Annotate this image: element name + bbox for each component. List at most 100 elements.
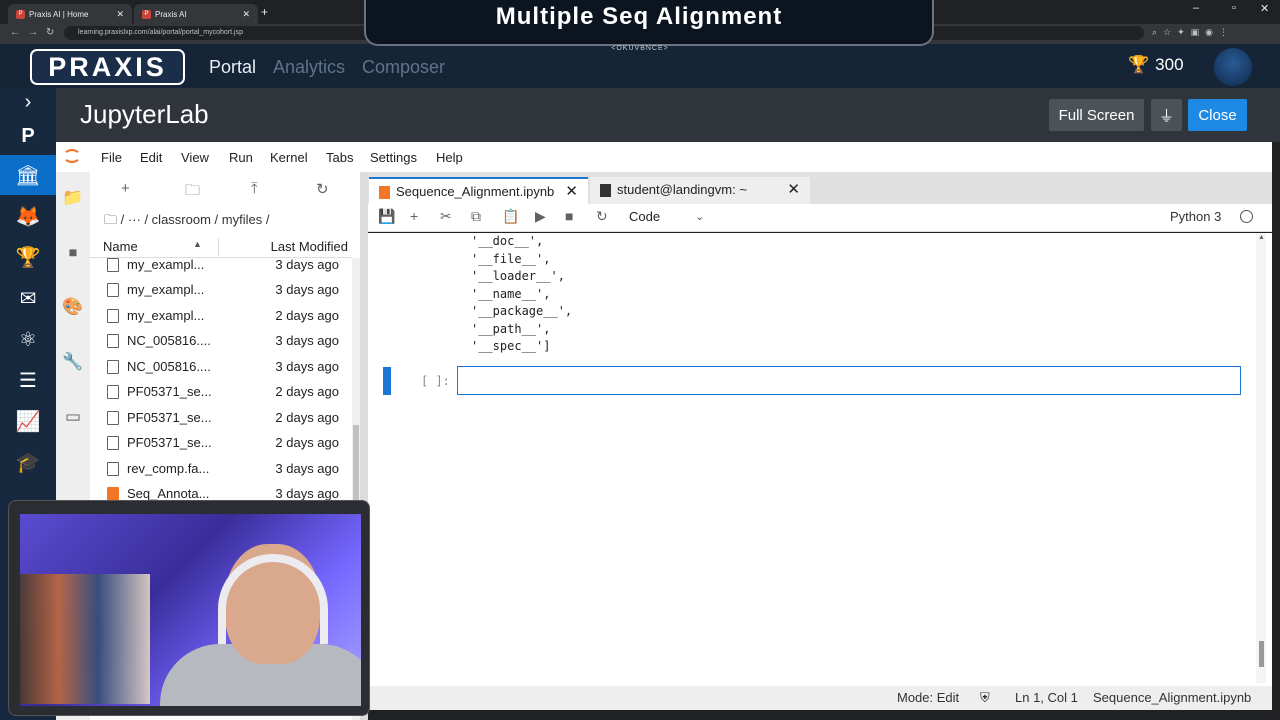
video-title: Multiple Seq Alignment — [495, 3, 783, 30]
scroll-up-icon[interactable]: ▲ — [1258, 234, 1265, 241]
tab-label: Sequence_Alignment.ipynb — [396, 184, 555, 199]
p-logo-icon[interactable]: P — [0, 116, 56, 156]
browser-tab-label: Praxis AI | Home — [29, 9, 89, 19]
folder-icon[interactable]: 📁 — [56, 183, 90, 213]
column-last-modified[interactable]: Last Modified — [271, 239, 348, 254]
close-button[interactable]: Close — [1188, 99, 1247, 131]
file-name: my_exampl... — [127, 308, 205, 323]
menu-help[interactable]: Help — [436, 150, 463, 165]
file-row[interactable]: my_exampl... 2 days ago — [90, 304, 352, 329]
full-screen-button[interactable]: Full Screen — [1049, 99, 1144, 131]
file-row[interactable]: PF05371_se... 2 days ago — [90, 431, 352, 456]
file-icon — [107, 334, 119, 348]
close-icon[interactable]: ✕ — [242, 9, 250, 20]
new-folder-icon[interactable]: 🗀 — [185, 180, 200, 205]
window-close-icon[interactable]: ✕ — [1260, 2, 1269, 15]
file-name: NC_005816.... — [127, 333, 211, 348]
kernel-name[interactable]: Python 3 — [1170, 209, 1221, 224]
server-icon[interactable]: ☰ — [0, 360, 56, 400]
breadcrumb[interactable]: 🗀 / ··· / classroom / myfiles / — [104, 211, 269, 233]
menu-settings[interactable]: Settings — [370, 150, 417, 165]
menu-kernel[interactable]: Kernel — [270, 150, 308, 165]
copy-icon[interactable]: ⧉ — [471, 208, 481, 225]
new-launcher-icon[interactable]: + — [121, 180, 130, 197]
praxis-logo[interactable]: PRAXIS — [30, 49, 185, 85]
wrench-icon[interactable]: 🔧 — [56, 347, 90, 377]
status-filename: Sequence_Alignment.ipynb — [1093, 690, 1252, 705]
refresh-icon[interactable]: ↻ — [316, 180, 329, 198]
menu-view[interactable]: View — [181, 150, 209, 165]
tabs-icon[interactable]: ▭ — [56, 402, 90, 432]
forward-icon[interactable]: → — [28, 27, 38, 38]
plug-icon[interactable]: ⏚ — [1151, 99, 1182, 131]
menu-file[interactable]: File — [101, 150, 122, 165]
cell-type-select[interactable]: Code — [629, 209, 660, 224]
trophy-icon[interactable]: 🏆 — [0, 237, 56, 277]
shield-icon[interactable]: ⛨ — [980, 690, 990, 706]
notebook-scrollbar[interactable]: ▲ — [1256, 233, 1266, 683]
column-name[interactable]: Name — [103, 239, 138, 254]
nav-analytics[interactable]: Analytics — [273, 57, 345, 78]
notebook-icon — [107, 487, 119, 501]
active-cell-marker[interactable] — [383, 367, 391, 395]
insert-cell-icon[interactable]: + — [410, 208, 418, 224]
file-row[interactable]: rev_comp.fa... 3 days ago — [90, 457, 352, 482]
file-row[interactable]: PF05371_se... 2 days ago — [90, 406, 352, 431]
tab-sequence-alignment[interactable]: Sequence_Alignment.ipynb ✕ — [369, 177, 588, 204]
atom-icon[interactable]: ⚛ — [0, 319, 56, 359]
file-list-scroll-thumb[interactable] — [353, 425, 359, 505]
save-icon[interactable]: 💾 — [378, 208, 395, 225]
file-row[interactable]: NC_005816.... 3 days ago — [90, 329, 352, 354]
menu-tabs[interactable]: Tabs — [326, 150, 353, 165]
trophy-icon: 🏆 — [1128, 55, 1150, 74]
score-display[interactable]: 🏆 300 — [1128, 55, 1184, 75]
back-icon[interactable]: ← — [10, 27, 20, 38]
browser-tab-praxis[interactable]: P Praxis AI ✕ — [134, 4, 258, 24]
palette-icon[interactable]: 🎨 — [56, 292, 90, 322]
chart-icon[interactable]: 📈 — [0, 401, 56, 441]
menu-run[interactable]: Run — [229, 150, 253, 165]
mail-icon[interactable]: ✉ — [0, 278, 56, 318]
paste-icon[interactable]: 📋 — [502, 208, 519, 225]
upload-icon[interactable]: ⤒ — [251, 180, 258, 197]
gitlab-icon[interactable]: 🦊 — [0, 196, 56, 236]
maximize-icon[interactable]: ▫ — [1232, 2, 1236, 14]
file-modified: 2 days ago — [275, 308, 339, 323]
stop-icon[interactable]: ■ — [565, 208, 573, 224]
file-modified: 3 days ago — [275, 486, 339, 501]
running-stop-icon[interactable]: ⏹ — [56, 238, 90, 268]
new-tab-button[interactable]: + — [261, 5, 268, 19]
mode-indicator[interactable]: Mode: Edit — [897, 690, 959, 705]
file-row[interactable]: my_exampl... 3 days ago — [90, 253, 352, 278]
output-line: '__name__', — [471, 286, 551, 301]
run-icon[interactable]: ▶ — [535, 208, 546, 225]
graduation-cap-icon[interactable]: 🎓 — [0, 442, 56, 482]
restart-icon[interactable]: ↻ — [596, 208, 608, 225]
nav-composer[interactable]: Composer — [362, 57, 445, 78]
cursor-position[interactable]: Ln 1, Col 1 — [1015, 690, 1078, 705]
close-icon[interactable]: ✕ — [565, 182, 578, 200]
close-icon[interactable]: ✕ — [116, 9, 124, 20]
notebook-icon — [379, 186, 390, 199]
minimize-icon[interactable]: – — [1193, 2, 1199, 14]
cut-icon[interactable]: ✂ — [440, 208, 452, 225]
file-name: rev_comp.fa... — [127, 461, 210, 476]
code-cell-input[interactable] — [457, 366, 1241, 395]
browser-tab-label: Praxis AI — [155, 9, 187, 19]
page-scrollbar[interactable] — [1272, 142, 1280, 720]
scroll-thumb[interactable] — [1259, 641, 1264, 667]
menu-edit[interactable]: Edit — [140, 150, 162, 165]
institution-icon[interactable]: 🏛 — [0, 155, 56, 195]
browser-tab-home[interactable]: P Praxis AI | Home ✕ — [8, 4, 132, 24]
file-row[interactable]: my_exampl... 3 days ago — [90, 278, 352, 303]
avatar[interactable] — [1214, 48, 1252, 86]
file-row[interactable]: NC_005816.... 3 days ago — [90, 355, 352, 380]
tab-terminal[interactable]: student@landingvm: ~ ✕ — [590, 177, 810, 204]
close-icon[interactable]: ✕ — [787, 180, 800, 198]
file-row[interactable]: PF05371_se... 2 days ago — [90, 380, 352, 405]
chevron-down-icon[interactable]: ⌄ — [695, 210, 704, 223]
browser-extension-icons[interactable]: ⌕☆✦▣◉⋮ — [1152, 27, 1234, 38]
nav-portal[interactable]: Portal — [209, 57, 256, 78]
reload-icon[interactable]: ↻ — [46, 27, 54, 38]
file-icon — [107, 436, 119, 450]
